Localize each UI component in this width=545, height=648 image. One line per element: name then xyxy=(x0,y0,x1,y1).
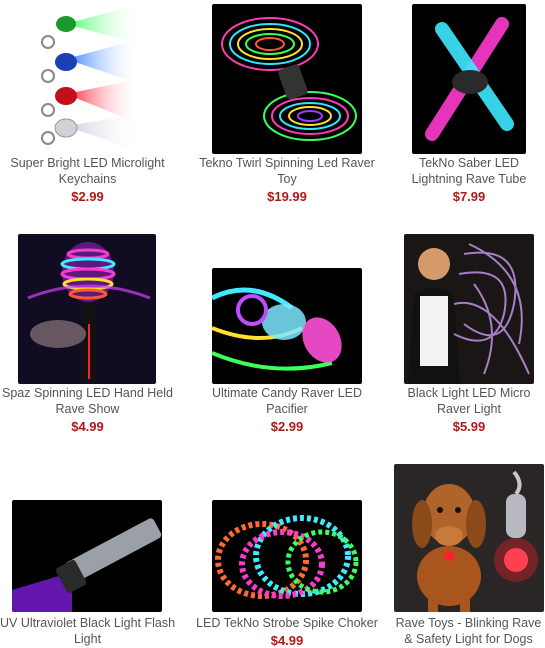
product-title[interactable]: Ultimate Candy Raver LED Pacifier xyxy=(187,385,387,417)
product-title-line2[interactable]: Toy xyxy=(187,171,387,187)
product-title[interactable]: Super Bright LED Microlight Keychains xyxy=(0,155,175,187)
product-title[interactable]: UV Ultraviolet Black Light Flash Light xyxy=(0,615,175,647)
product-price: $19.99 xyxy=(267,189,307,204)
product-title-line1[interactable]: TekNo Saber LED xyxy=(400,155,538,171)
product-title-line2[interactable]: Keychains xyxy=(0,171,175,187)
product-price: $4.99 xyxy=(71,419,104,434)
product-card[interactable]: TekNo Saber LED Lightning Rave Tube $7.9… xyxy=(400,0,538,215)
product-card[interactable]: LED TekNo Strobe Spike Choker $4.99 xyxy=(187,460,387,648)
spike-choker-graphic xyxy=(215,515,359,599)
product-title-line1[interactable]: Black Light LED Micro xyxy=(400,385,538,401)
product-image-keychains[interactable] xyxy=(36,4,140,152)
product-title[interactable]: Tekno Twirl Spinning Led Raver Toy xyxy=(187,155,387,187)
spaz-spinner-graphic xyxy=(27,242,151,382)
product-card[interactable]: Rave Toys - Blinking Rave & Safety Light… xyxy=(392,460,545,647)
product-card[interactable]: Black Light LED Micro Raver Light $5.99 xyxy=(400,230,538,445)
product-title[interactable]: LED TekNo Strobe Spike Choker xyxy=(187,615,387,631)
product-card[interactable]: Tekno Twirl Spinning Led Raver Toy $19.9… xyxy=(187,0,387,215)
product-title-line2[interactable]: Rave Show xyxy=(0,401,175,417)
keychain-lights-graphic xyxy=(41,4,140,152)
product-title-line1[interactable]: UV Ultraviolet Black Light Flash xyxy=(0,615,175,631)
product-card[interactable]: Ultimate Candy Raver LED Pacifier $2.99 xyxy=(187,230,387,445)
dog-safety-light-graphic xyxy=(412,470,538,612)
product-title-line1[interactable]: Rave Toys - Blinking Rave xyxy=(392,615,545,631)
product-title[interactable]: Rave Toys - Blinking Rave & Safety Light… xyxy=(392,615,545,647)
product-price: $7.99 xyxy=(452,189,486,204)
product-card[interactable]: Spaz Spinning LED Hand Held Rave Show $4… xyxy=(0,230,175,445)
product-title-line1[interactable]: Ultimate Candy Raver LED xyxy=(187,385,387,401)
product-title-line1[interactable]: LED TekNo Strobe Spike Choker xyxy=(187,615,387,631)
micro-light-graphic xyxy=(408,243,530,384)
product-title-line2[interactable]: Raver Light xyxy=(400,401,538,417)
product-title[interactable]: Spaz Spinning LED Hand Held Rave Show xyxy=(0,385,175,417)
saber-tubes-graphic xyxy=(425,17,514,141)
product-title-line2[interactable]: Light xyxy=(0,631,175,647)
product-title-line1[interactable]: Tekno Twirl Spinning Led Raver xyxy=(187,155,387,171)
product-title-line2[interactable]: Pacifier xyxy=(187,401,387,417)
product-image-choker[interactable] xyxy=(212,500,362,612)
product-title[interactable]: Black Light LED Micro Raver Light xyxy=(400,385,538,417)
product-image-flashlight[interactable] xyxy=(12,500,162,612)
product-image-pacifier[interactable] xyxy=(212,268,362,384)
product-title[interactable]: TekNo Saber LED Lightning Rave Tube xyxy=(400,155,538,187)
uv-flashlight-graphic xyxy=(12,518,162,612)
product-image-micro-light[interactable] xyxy=(404,234,534,384)
product-title-line2[interactable]: & Safety Light for Dogs xyxy=(392,631,545,647)
product-image-saber[interactable] xyxy=(412,4,526,154)
product-price: $5.99 xyxy=(452,419,486,434)
twirl-toy-graphic xyxy=(221,17,357,141)
product-title-line1[interactable]: Spaz Spinning LED Hand Held xyxy=(0,385,175,401)
product-image-dog-light[interactable] xyxy=(394,464,544,612)
product-price: $4.99 xyxy=(270,633,304,648)
product-price: $2.99 xyxy=(270,419,304,434)
product-title-line2[interactable]: Lightning Rave Tube xyxy=(400,171,538,187)
product-card[interactable]: Super Bright LED Microlight Keychains $2… xyxy=(0,0,175,215)
product-card[interactable]: UV Ultraviolet Black Light Flash Light xyxy=(0,460,175,647)
pacifier-graphic xyxy=(212,287,342,371)
product-image-spaz[interactable] xyxy=(18,234,156,384)
product-price: $2.99 xyxy=(71,189,104,204)
product-image-twirl-toy[interactable] xyxy=(212,4,362,154)
product-title-line1[interactable]: Super Bright LED Microlight xyxy=(0,155,175,171)
